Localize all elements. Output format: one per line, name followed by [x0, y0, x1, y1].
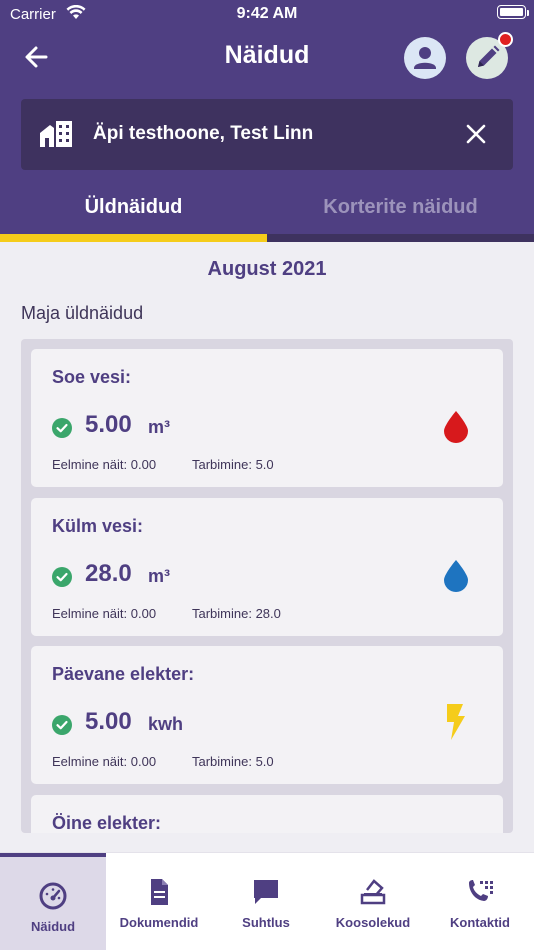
meter-unit: m³: [148, 417, 170, 437]
meter-label: Päevane elekter:: [52, 664, 195, 684]
check-icon: [52, 567, 72, 587]
page-title: Näidud: [224, 41, 310, 69]
meter-card-day-electricity[interactable]: Päevane elekter: 5.00 kwh Eelmine näit: …: [31, 646, 503, 784]
lightning-icon: [447, 704, 465, 740]
close-icon[interactable]: [465, 123, 487, 145]
consumption: Tarbimine: 5.0: [192, 457, 274, 472]
hot-water-drop-icon: [444, 411, 468, 443]
notification-dot: [498, 32, 513, 47]
meter-list[interactable]: Soe vesi: 5.00 m³ Eelmine näit: 0.00 Tar…: [21, 339, 513, 833]
meter-value: 28.0: [85, 560, 132, 587]
user-icon: [414, 47, 436, 69]
check-icon: [52, 418, 72, 438]
meter-unit: kwh: [148, 714, 184, 734]
battery-tip: [527, 10, 529, 16]
meter-card-cold-water[interactable]: Külm vesi: 28.0 m³ Eelmine näit: 0.00 Ta…: [31, 498, 503, 636]
meter-unit: m³: [148, 566, 170, 586]
consumption: Tarbimine: 5.0: [192, 754, 274, 769]
nav-label: Kontaktid: [450, 915, 510, 930]
phone-book-icon: [469, 880, 493, 901]
meter-label: Külm vesi:: [52, 516, 144, 536]
profile-button[interactable]: [404, 37, 446, 79]
chat-icon: [254, 880, 278, 904]
tab-apartment-readings[interactable]: Korterite näidud: [267, 196, 534, 219]
nav-label: Suhtlus: [242, 915, 290, 930]
gauge-icon: [39, 882, 67, 910]
active-tab-indicator: [0, 234, 267, 242]
check-icon: [52, 715, 72, 735]
nav-contacts[interactable]: Kontaktid: [427, 853, 533, 950]
nav-documents[interactable]: Dokumendid: [106, 853, 212, 950]
inactive-tab-indicator: [267, 234, 534, 242]
meter-value: 5.00: [85, 411, 132, 438]
nav-meetings[interactable]: Koosolekud: [320, 853, 426, 950]
cold-water-drop-icon: [444, 560, 468, 592]
meter-card-hot-water[interactable]: Soe vesi: 5.00 m³ Eelmine näit: 0.00 Tar…: [31, 349, 503, 487]
nav-label: Näidud: [30, 919, 76, 934]
building-selector[interactable]: Äpi testhoone, Test Linn: [21, 99, 513, 170]
status-bar: Carrier 9:42 AM: [0, 0, 534, 30]
clock: 9:42 AM: [236, 5, 298, 22]
previous-reading: Eelmine näit: 0.00: [52, 754, 157, 769]
meter-label: Soe vesi:: [52, 367, 132, 387]
meter-card-night-electricity[interactable]: Öine elekter:: [31, 795, 503, 833]
previous-reading: Eelmine näit: 0.00: [52, 606, 157, 621]
nav-label: Dokumendid: [119, 915, 199, 930]
building-name: Äpi testhoone, Test Linn: [93, 123, 314, 144]
meter-label: Öine elekter:: [52, 813, 162, 833]
tab-general-readings[interactable]: Üldnäidud: [0, 196, 267, 219]
battery-icon: [497, 5, 526, 19]
ballot-icon: [360, 879, 386, 905]
nav-label: Koosolekud: [335, 915, 411, 930]
section-title: Maja üldnäidud: [21, 303, 144, 323]
building-icon: [40, 121, 72, 152]
nav-readings[interactable]: Näidud: [0, 853, 106, 950]
app-header: Carrier 9:42 AM Näidud Äpi testhoone, Te…: [0, 0, 534, 242]
document-icon: [151, 879, 168, 905]
previous-reading: Eelmine näit: 0.00: [52, 457, 157, 472]
meter-value: 5.00: [85, 708, 132, 735]
consumption: Tarbimine: 28.0: [192, 606, 281, 621]
bottom-navigation: Näidud Dokumendid Suhtlus Koosolekud Kon…: [0, 852, 534, 950]
nav-communication[interactable]: Suhtlus: [213, 853, 319, 950]
month-label: August 2021: [207, 258, 327, 280]
